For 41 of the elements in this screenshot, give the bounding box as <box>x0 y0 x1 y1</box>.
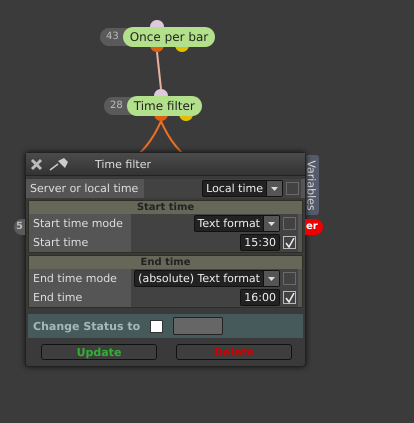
time-field[interactable]: 15:30 <box>240 234 280 251</box>
dropdown[interactable]: (absolute) Text format <box>134 270 280 287</box>
section-title: End time <box>29 256 302 269</box>
field-label: End time <box>33 291 84 304</box>
check-icon <box>284 292 294 302</box>
dialog-title: Time filter <box>95 158 152 170</box>
status-label: Change Status to <box>33 320 140 332</box>
dropdown-value: Local time <box>205 182 264 195</box>
connector-line <box>160 121 183 153</box>
close-icon[interactable] <box>30 158 43 170</box>
caret-icon <box>271 186 278 190</box>
checkbox[interactable] <box>283 217 296 230</box>
update-button[interactable]: Update <box>41 344 157 360</box>
node-label[interactable]: Time filter <box>126 96 202 116</box>
node-label[interactable]: Once per bar <box>122 27 216 47</box>
checkbox[interactable] <box>283 272 296 285</box>
dropdown[interactable]: Local time <box>202 180 283 197</box>
check-icon <box>284 238 294 248</box>
connector-line <box>155 52 163 89</box>
field-label: Start time mode <box>33 217 124 230</box>
node-label[interactable]: 5 <box>14 219 25 235</box>
input-port[interactable] <box>150 20 164 27</box>
connector-line <box>139 121 162 153</box>
checkbox[interactable] <box>150 320 164 332</box>
dropdown-value: Text format <box>196 217 261 230</box>
checkbox[interactable] <box>286 182 299 195</box>
field-label: Server or local time <box>30 182 140 195</box>
checkbox[interactable] <box>283 236 296 249</box>
color-swatch[interactable] <box>173 317 224 335</box>
pin-icon[interactable] <box>49 157 69 171</box>
node-label[interactable]: er <box>305 219 323 235</box>
section-title: Start time <box>29 201 302 214</box>
dropdown[interactable]: Text format <box>194 215 280 232</box>
dropdown-value: (absolute) Text format <box>137 272 261 285</box>
time-field[interactable]: 16:00 <box>240 289 280 306</box>
caret-icon <box>268 276 275 280</box>
field-label: Start time <box>33 236 90 249</box>
caret-icon <box>268 222 275 226</box>
checkbox[interactable] <box>283 291 296 304</box>
input-port[interactable] <box>154 89 168 96</box>
field-label: End time mode <box>33 272 118 285</box>
